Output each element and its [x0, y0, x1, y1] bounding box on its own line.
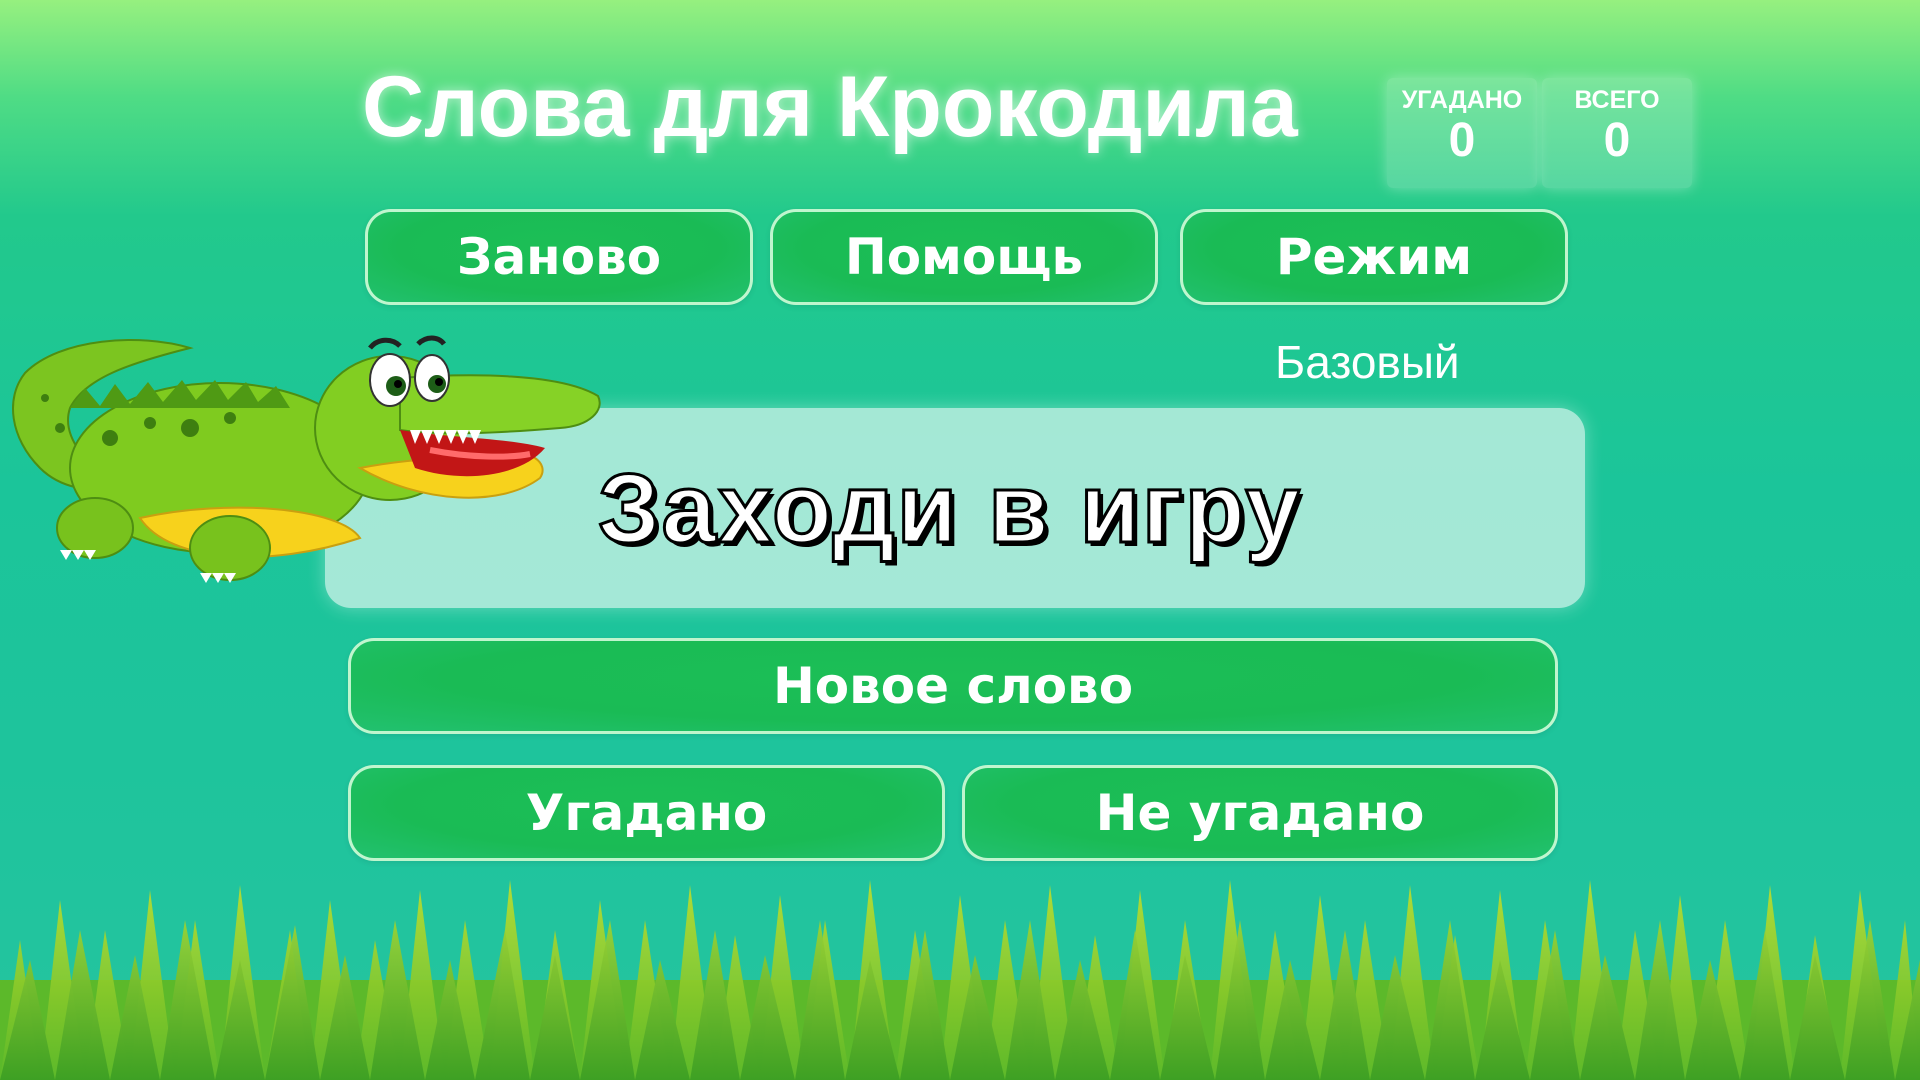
page-title: Слова для Крокодила [362, 59, 1298, 155]
score-guessed-label: УГАДАНО [1401, 86, 1523, 114]
score-total: ВСЕГО 0 [1542, 78, 1692, 188]
help-button[interactable]: Помощь [770, 209, 1158, 305]
new-word-button[interactable]: Новое слово [348, 638, 1558, 734]
mode-button[interactable]: Режим [1180, 209, 1568, 305]
score-total-label: ВСЕГО [1574, 86, 1660, 114]
game-screen: { "header": { "title": "Слова для Крокод… [0, 0, 1920, 1080]
mode-current-label: Базовый [1275, 336, 1460, 388]
score-total-value: 0 [1603, 114, 1631, 167]
current-word: Заходи в игру [597, 451, 1302, 564]
score-guessed-value: 0 [1448, 114, 1476, 167]
crocodile-icon [12, 335, 601, 583]
grass-icon [0, 880, 1920, 1080]
score-guessed: УГАДАНО 0 [1387, 78, 1537, 188]
restart-button[interactable]: Заново [365, 209, 753, 305]
not-guessed-button[interactable]: Не угадано [962, 765, 1558, 861]
guessed-button[interactable]: Угадано [348, 765, 945, 861]
